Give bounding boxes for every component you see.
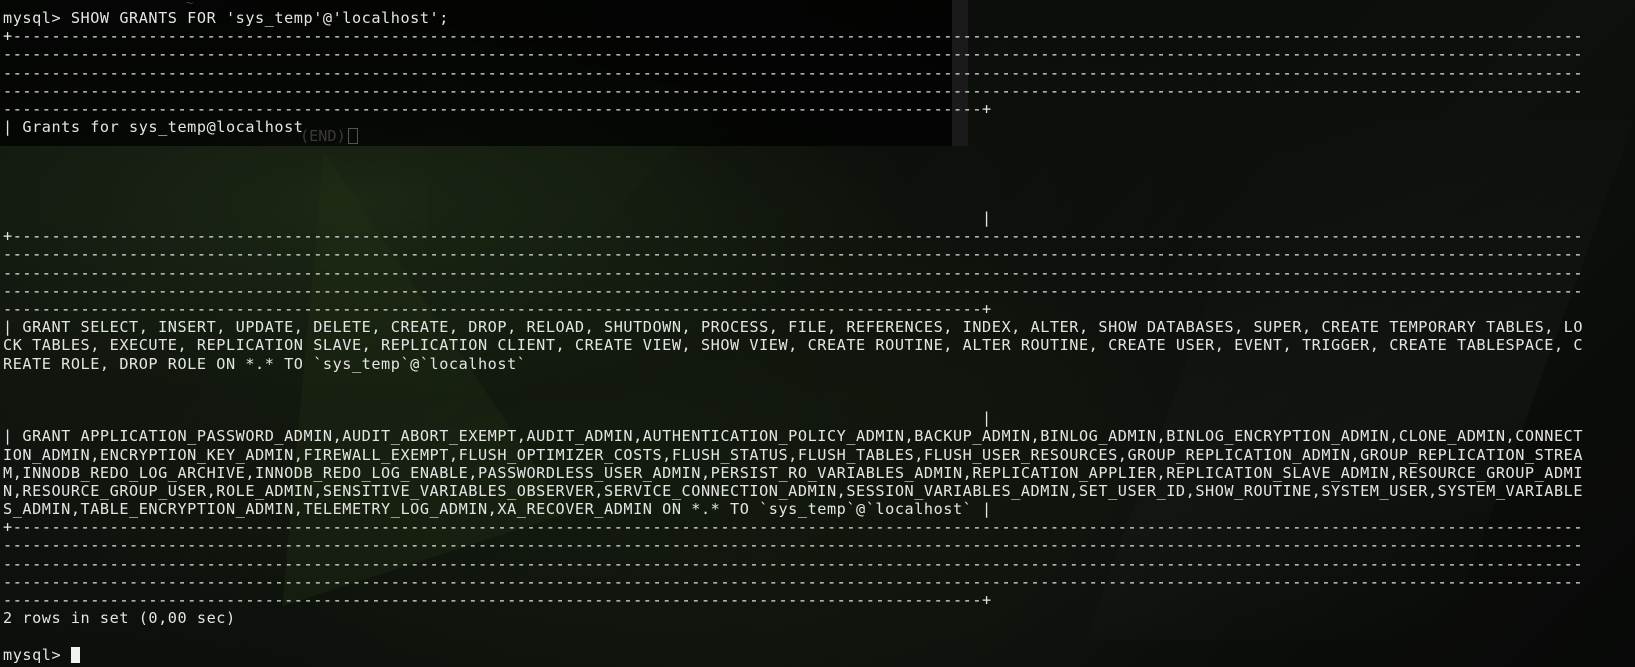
terminal-line: CK TABLES, EXECUTE, REPLICATION SLAVE, R… xyxy=(3,336,1584,355)
terminal-line: ----------------------------------------… xyxy=(3,63,1584,82)
terminal-line: ----------------------------------------… xyxy=(3,245,1584,264)
terminal-line: REATE ROLE, DROP ROLE ON *.* TO `sys_tem… xyxy=(3,354,527,373)
terminal-line: +---------------------------------------… xyxy=(3,518,1584,537)
terminal-line: ----------------------------------------… xyxy=(3,554,1584,573)
terminal-line: S_ADMIN,TABLE_ENCRYPTION_ADMIN,TELEMETRY… xyxy=(3,500,992,519)
terminal-line: M,INNODB_REDO_LOG_ARCHIVE,INNODB_REDO_LO… xyxy=(3,463,1584,482)
terminal-line: | xyxy=(3,409,992,428)
terminal-line: 2 rows in set (0,00 sec) xyxy=(3,609,236,628)
terminal-line: ----------------------------------------… xyxy=(3,81,1584,100)
terminal-line: | Grants for sys_temp@localhost xyxy=(3,118,304,137)
terminal-line: ----------------------------------------… xyxy=(3,536,1584,555)
terminal-prompt-line[interactable]: mysql> xyxy=(3,646,1583,664)
terminal-output: mysql> SHOW GRANTS FOR 'sys_temp'@'local… xyxy=(3,9,1583,664)
mysql-prompt: mysql> xyxy=(3,645,71,664)
terminal-window[interactable]: ~ (END) mysql> SHOW GRANTS FOR 'sys_temp… xyxy=(0,0,1635,667)
terminal-line: ----------------------------------------… xyxy=(3,300,992,318)
terminal-line: +---------------------------------------… xyxy=(3,27,1584,46)
terminal-line: mysql> SHOW GRANTS FOR 'sys_temp'@'local… xyxy=(3,9,449,27)
terminal-line: ----------------------------------------… xyxy=(3,99,992,118)
terminal-line: ----------------------------------------… xyxy=(3,263,1584,282)
terminal-line: ----------------------------------------… xyxy=(3,45,1584,64)
terminal-line: | GRANT APPLICATION_PASSWORD_ADMIN,AUDIT… xyxy=(3,427,1584,446)
terminal-line: ----------------------------------------… xyxy=(3,281,1584,300)
terminal-line: | xyxy=(3,209,992,228)
terminal-line: | GRANT SELECT, INSERT, UPDATE, DELETE, … xyxy=(3,318,1584,337)
terminal-line: N,RESOURCE_GROUP_USER,ROLE_ADMIN,SENSITI… xyxy=(3,481,1584,500)
text-cursor xyxy=(70,646,80,663)
terminal-line: ----------------------------------------… xyxy=(3,591,992,609)
terminal-line: +---------------------------------------… xyxy=(3,227,1584,246)
terminal-line: ----------------------------------------… xyxy=(3,572,1584,591)
terminal-line: ION_ADMIN,ENCRYPTION_KEY_ADMIN,FIREWALL_… xyxy=(3,445,1584,464)
